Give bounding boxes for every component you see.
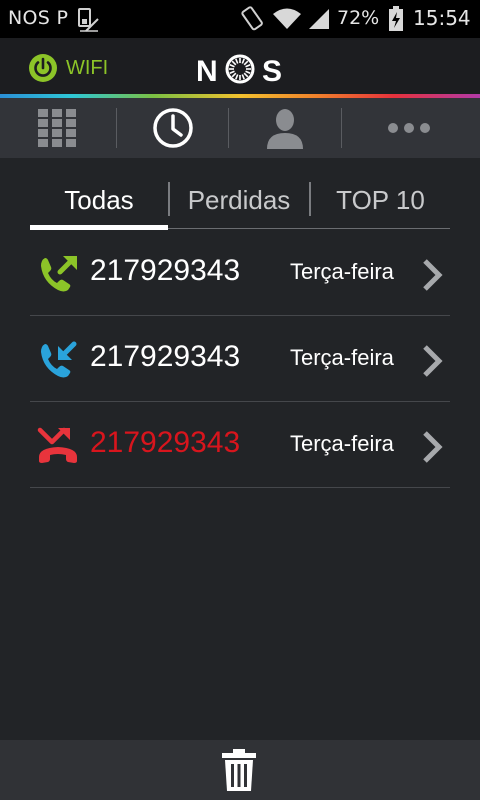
clock-icon bbox=[153, 108, 193, 148]
sim-edit-icon bbox=[78, 8, 99, 32]
svg-text:S: S bbox=[262, 55, 282, 86]
nav-recents[interactable] bbox=[116, 98, 230, 158]
call-number: 217929343 bbox=[90, 254, 241, 287]
call-row-outgoing[interactable]: 217929343 Terça-feira bbox=[30, 230, 450, 316]
wifi-power-icon[interactable] bbox=[28, 53, 58, 83]
more-icon bbox=[388, 123, 430, 133]
incoming-call-icon bbox=[41, 341, 77, 378]
missed-call-icon bbox=[37, 427, 77, 463]
chevron-right-icon bbox=[423, 345, 443, 377]
chevron-right-icon bbox=[423, 259, 443, 291]
call-day: Terça-feira bbox=[290, 259, 394, 284]
vibrate-icon bbox=[241, 6, 263, 31]
tab-perdidas[interactable]: Perdidas bbox=[170, 172, 308, 228]
main-nav bbox=[0, 98, 480, 158]
nav-dialpad[interactable] bbox=[0, 98, 114, 158]
app-header: WIFI N S bbox=[0, 38, 480, 96]
call-number-missed: 217929343 bbox=[90, 426, 241, 459]
call-day: Terça-feira bbox=[290, 345, 394, 370]
outgoing-call-icon bbox=[41, 256, 77, 292]
tab-top10[interactable]: TOP 10 bbox=[311, 172, 450, 228]
call-day: Terça-feira bbox=[290, 431, 394, 456]
trash-icon[interactable] bbox=[220, 748, 258, 792]
contact-icon bbox=[267, 109, 303, 149]
battery-percent: 72% bbox=[337, 7, 380, 29]
carrier-name: NOS P bbox=[8, 7, 69, 29]
dialpad-icon bbox=[38, 109, 76, 147]
nav-contacts[interactable] bbox=[228, 98, 342, 158]
battery-charging-icon bbox=[389, 6, 403, 31]
nav-divider bbox=[341, 108, 342, 148]
clock-time: 15:54 bbox=[413, 6, 471, 30]
tab-todas[interactable]: Todas bbox=[30, 172, 168, 228]
bottom-action-bar bbox=[0, 740, 480, 800]
call-history-list: 217929343 Terça-feira 217929343 Terça-fe… bbox=[30, 230, 450, 488]
call-row-missed[interactable]: 217929343 Terça-feira bbox=[30, 402, 450, 488]
nos-logo: N S bbox=[196, 54, 282, 86]
svg-text:N: N bbox=[196, 55, 218, 86]
chevron-right-icon bbox=[423, 431, 443, 463]
cell-signal-icon bbox=[309, 9, 329, 29]
call-row-incoming[interactable]: 217929343 Terça-feira bbox=[30, 316, 450, 402]
status-bar: NOS P 72% 15:54 bbox=[0, 0, 480, 38]
wifi-signal-icon bbox=[273, 8, 301, 29]
call-number: 217929343 bbox=[90, 340, 241, 373]
wifi-label[interactable]: WIFI bbox=[66, 57, 108, 80]
call-filter-tabs: Todas Perdidas TOP 10 bbox=[30, 172, 450, 230]
nav-more[interactable] bbox=[352, 98, 466, 158]
